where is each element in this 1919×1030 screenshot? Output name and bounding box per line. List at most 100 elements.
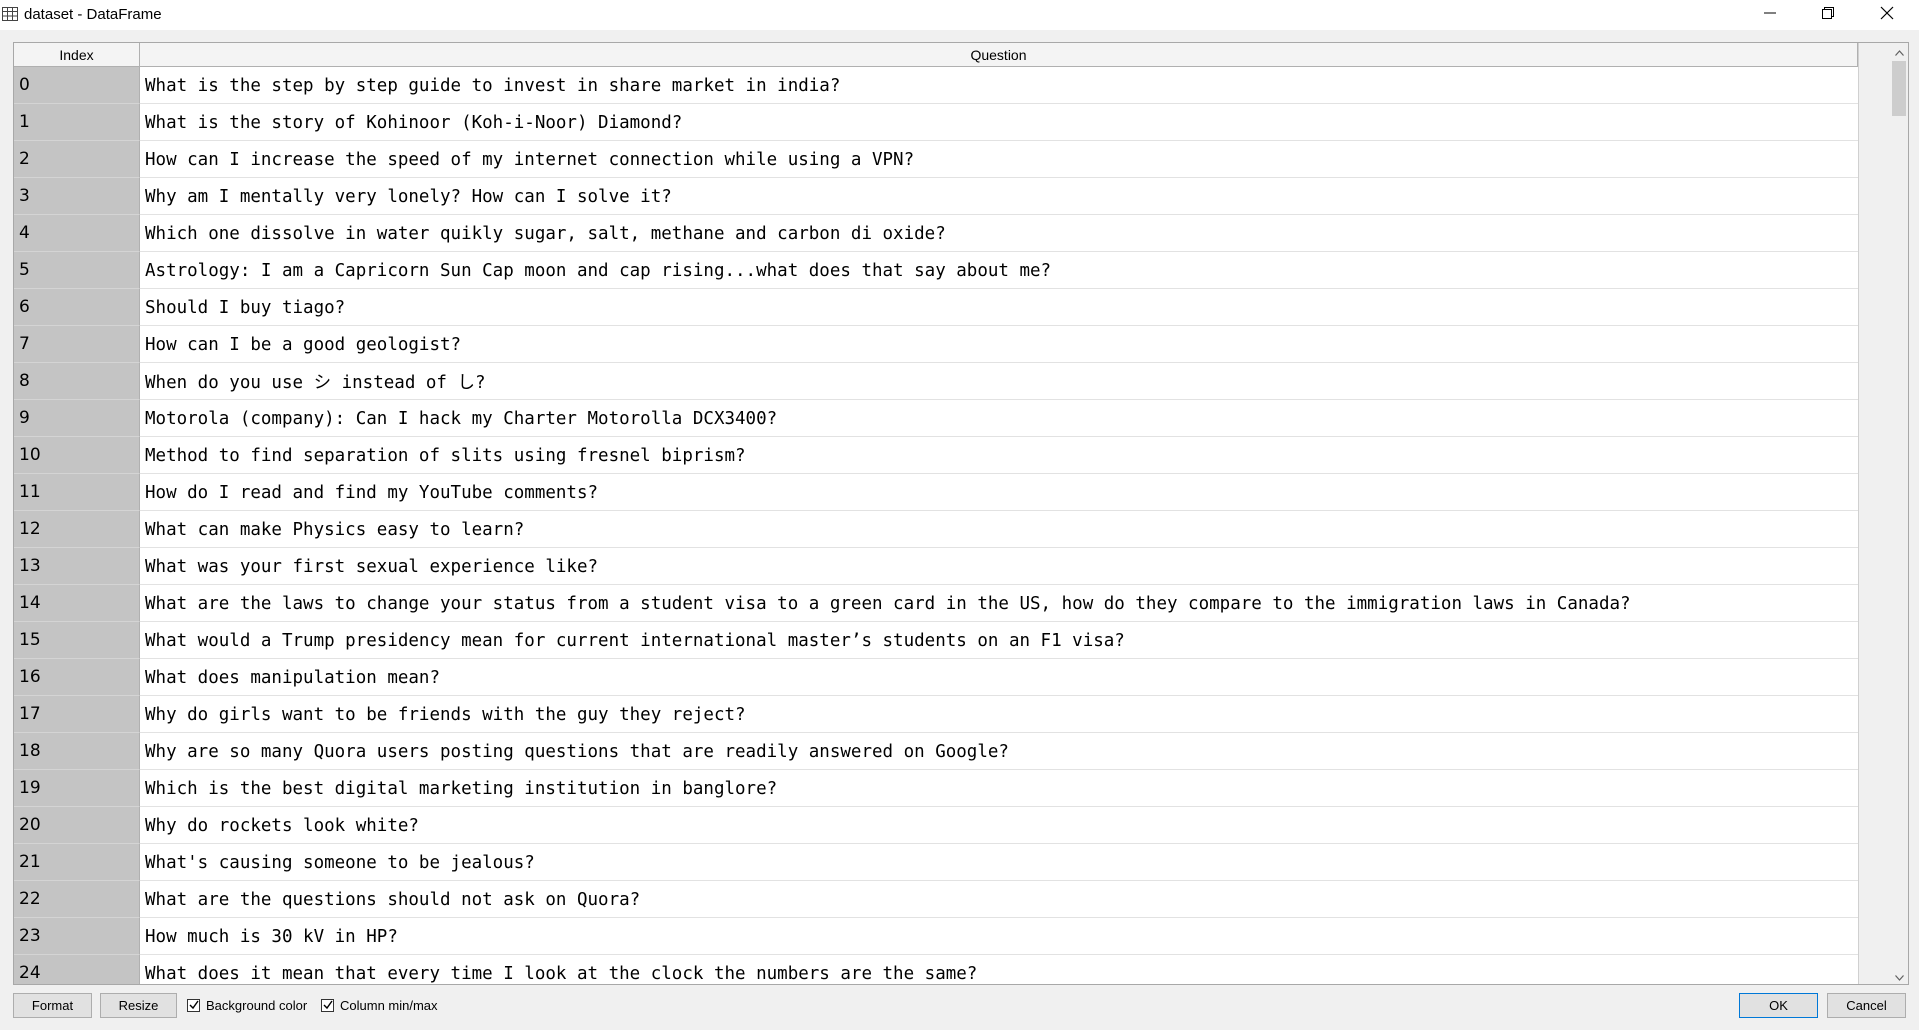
row-index-cell[interactable]: 6 — [14, 289, 140, 326]
question-cell[interactable]: What does manipulation mean? — [140, 659, 1858, 696]
row-index-cell[interactable]: 21 — [14, 844, 140, 881]
row-index-cell[interactable]: 5 — [14, 252, 140, 289]
question-cell[interactable]: Why do rockets look white? — [140, 807, 1858, 844]
question-cell[interactable]: How much is 30 kV in HP? — [140, 918, 1858, 955]
row-index-cell[interactable]: 17 — [14, 696, 140, 733]
table-row[interactable]: 11 How do I read and find my YouTube comm… — [14, 474, 1858, 511]
row-index-cell[interactable]: 20 — [14, 807, 140, 844]
row-index-cell[interactable]: 10 — [14, 437, 140, 474]
row-index-cell[interactable]: 4 — [14, 215, 140, 252]
row-index-cell[interactable]: 8 — [14, 363, 140, 400]
checkmark-icon — [189, 998, 199, 1013]
question-cell[interactable]: What are the questions should not ask on… — [140, 881, 1858, 918]
question-cell[interactable]: What are the laws to change your status … — [140, 585, 1858, 622]
scroll-down-button[interactable] — [1890, 968, 1908, 984]
table-row[interactable]: 7 How can I be a good geologist? — [14, 326, 1858, 363]
table-row[interactable]: 6 Should I buy tiago? — [14, 289, 1858, 326]
question-cell[interactable]: How can I increase the speed of my inter… — [140, 141, 1858, 178]
column-header-question[interactable]: Question — [140, 43, 1858, 67]
table-icon — [2, 7, 18, 21]
question-cell[interactable]: What can make Physics easy to learn? — [140, 511, 1858, 548]
row-index-cell[interactable]: 0 — [14, 67, 140, 104]
column-gutter — [1858, 43, 1890, 984]
question-cell[interactable]: What was your first sexual experience li… — [140, 548, 1858, 585]
question-cell[interactable]: What's causing someone to be jealous? — [140, 844, 1858, 881]
table-row[interactable]: 21 What's causing someone to be jealous? — [14, 844, 1858, 881]
row-index-cell[interactable]: 1 — [14, 104, 140, 141]
question-cell[interactable]: Motorola (company): Can I hack my Charte… — [140, 400, 1858, 437]
table-row[interactable]: 13 What was your first sexual experience … — [14, 548, 1858, 585]
table-row[interactable]: 22 What are the questions should not ask … — [14, 881, 1858, 918]
close-button[interactable] — [1858, 0, 1916, 30]
question-cell[interactable]: Astrology: I am a Capricorn Sun Cap moon… — [140, 252, 1858, 289]
format-button[interactable]: Format — [13, 993, 92, 1018]
row-index-cell[interactable]: 16 — [14, 659, 140, 696]
column-minmax-checkbox[interactable]: Column min/max — [321, 996, 438, 1014]
table-row[interactable]: 9 Motorola (company): Can I hack my Chart… — [14, 400, 1858, 437]
row-index-cell[interactable]: 22 — [14, 881, 140, 918]
row-index-cell[interactable]: 7 — [14, 326, 140, 363]
row-index-cell[interactable]: 19 — [14, 770, 140, 807]
question-cell[interactable]: What is the step by step guide to invest… — [140, 67, 1858, 104]
table-row[interactable]: 8 When do you use シ instead of し? — [14, 363, 1858, 400]
question-cell[interactable]: What does it mean that every time I look… — [140, 955, 1858, 984]
question-cell[interactable]: When do you use シ instead of し? — [140, 363, 1858, 400]
question-cell[interactable]: Which is the best digital marketing inst… — [140, 770, 1858, 807]
row-index-cell[interactable]: 3 — [14, 178, 140, 215]
table-row[interactable]: 3 Why am I mentally very lonely? How can … — [14, 178, 1858, 215]
table-row[interactable]: 10 Method to find separation of slits usi… — [14, 437, 1858, 474]
row-index-cell[interactable]: 9 — [14, 400, 140, 437]
table-row[interactable]: 19 Which is the best digital marketing in… — [14, 770, 1858, 807]
dataframe-table[interactable]: Index Question 0 What is the step by step… — [13, 42, 1909, 985]
scroll-up-button[interactable] — [1890, 43, 1908, 61]
chevron-down-icon — [1894, 968, 1904, 984]
question-cell[interactable]: How do I read and find my YouTube commen… — [140, 474, 1858, 511]
table-row[interactable]: 23 How much is 30 kV in HP? — [14, 918, 1858, 955]
background-color-label: Background color — [206, 997, 308, 1013]
question-cell[interactable]: Should I buy tiago? — [140, 289, 1858, 326]
table-row[interactable]: 2 How can I increase the speed of my inte… — [14, 141, 1858, 178]
minimize-button[interactable] — [1741, 0, 1799, 30]
table-row[interactable]: 4 Which one dissolve in water quikly suga… — [14, 215, 1858, 252]
question-cell[interactable]: Why are so many Quora users posting ques… — [140, 733, 1858, 770]
vertical-scrollbar[interactable] — [1890, 43, 1908, 984]
row-index-cell[interactable]: 2 — [14, 141, 140, 178]
ok-button[interactable]: OK — [1739, 993, 1818, 1018]
table-row[interactable]: 14 What are the laws to change your statu… — [14, 585, 1858, 622]
table-row[interactable]: 17 Why do girls want to be friends with t… — [14, 696, 1858, 733]
checkbox-box[interactable] — [187, 998, 200, 1013]
question-cell[interactable]: Which one dissolve in water quikly sugar… — [140, 215, 1858, 252]
table-row[interactable]: 12 What can make Physics easy to learn? — [14, 511, 1858, 548]
minimize-icon — [1764, 6, 1776, 24]
row-index-cell[interactable]: 15 — [14, 622, 140, 659]
background-color-checkbox[interactable]: Background color — [187, 996, 307, 1014]
table-row[interactable]: 0 What is the step by step guide to inves… — [14, 67, 1858, 104]
row-index-cell[interactable]: 24 — [14, 955, 140, 984]
cancel-button[interactable]: Cancel — [1827, 993, 1906, 1018]
scrollbar-thumb[interactable] — [1892, 61, 1906, 116]
column-header-index[interactable]: Index — [14, 43, 140, 67]
row-index-cell[interactable]: 18 — [14, 733, 140, 770]
question-cell[interactable]: How can I be a good geologist? — [140, 326, 1858, 363]
table-row[interactable]: 5 Astrology: I am a Capricorn Sun Cap moo… — [14, 252, 1858, 289]
row-index-cell[interactable]: 14 — [14, 585, 140, 622]
maximize-button[interactable] — [1799, 0, 1857, 30]
table-header: Index Question — [14, 43, 1908, 67]
row-index-cell[interactable]: 13 — [14, 548, 140, 585]
table-row[interactable]: 1 What is the story of Kohinoor (Koh-i-No… — [14, 104, 1858, 141]
table-row[interactable]: 20 Why do rockets look white? — [14, 807, 1858, 844]
row-index-cell[interactable]: 11 — [14, 474, 140, 511]
question-cell[interactable]: Why do girls want to be friends with the… — [140, 696, 1858, 733]
resize-button[interactable]: Resize — [100, 993, 177, 1018]
question-cell[interactable]: Why am I mentally very lonely? How can I… — [140, 178, 1858, 215]
table-row[interactable]: 15 What would a Trump presidency mean for… — [14, 622, 1858, 659]
table-row[interactable]: 18 Why are so many Quora users posting qu… — [14, 733, 1858, 770]
table-row[interactable]: 24 What does it mean that every time I lo… — [14, 955, 1858, 984]
checkbox-box[interactable] — [321, 998, 334, 1012]
question-cell[interactable]: Method to find separation of slits using… — [140, 437, 1858, 474]
row-index-cell[interactable]: 12 — [14, 511, 140, 548]
table-row[interactable]: 16 What does manipulation mean? — [14, 659, 1858, 696]
row-index-cell[interactable]: 23 — [14, 918, 140, 955]
question-cell[interactable]: What is the story of Kohinoor (Koh-i-Noo… — [140, 104, 1858, 141]
question-cell[interactable]: What would a Trump presidency mean for c… — [140, 622, 1858, 659]
